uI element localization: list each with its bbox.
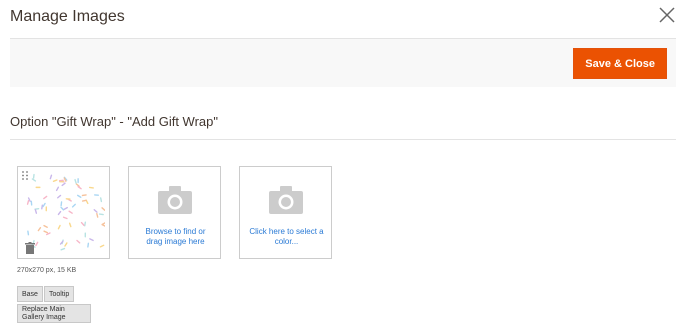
confetti-piece [57,224,61,230]
confetti-piece [80,221,85,226]
role-tag-tooltip[interactable]: Tooltip [44,286,75,302]
camera-icon [158,186,192,214]
main-image-tile[interactable] [17,166,110,259]
confetti-piece [57,194,62,199]
confetti-piece [34,209,38,214]
confetti-piece [60,206,65,211]
replace-main-gallery-tag[interactable]: Replace Main Gallery Image [17,304,91,323]
action-toolbar: Save & Close [10,38,676,87]
confetti-piece [43,224,48,228]
close-icon[interactable] [658,6,676,24]
confetti-piece [60,247,66,251]
confetti-piece [101,207,105,211]
confetti-piece [65,198,71,200]
confetti-piece [98,213,104,216]
confetti-piece [64,242,68,247]
upload-label[interactable]: Browse to find or drag image here [137,227,214,247]
confetti-piece [60,201,63,207]
save-close-button[interactable]: Save & Close [573,48,667,79]
confetti-piece [59,240,64,245]
confetti-piece [35,241,39,247]
confetti-piece [96,212,99,218]
confetti-piece [88,186,94,189]
confetti-piece [35,186,41,189]
select-color-tile[interactable]: Click here to select a color... [239,166,332,259]
confetti-piece [99,244,105,248]
confetti-piece [68,210,73,214]
image-meta: 270x270 px, 15 KB [17,267,77,274]
confetti-piece [32,173,35,179]
confetti-piece [30,200,33,206]
confetti-piece [43,195,48,200]
confetti-piece [87,242,90,248]
confetti-piece [100,197,103,203]
confetti-piece [49,174,53,180]
confetti-piece [27,230,30,236]
confetti-piece [84,232,87,238]
confetti-piece [77,178,79,184]
confetti-piece [37,226,42,232]
camera-icon [269,186,303,214]
confetti-piece [94,194,100,196]
divider [10,139,676,140]
trash-icon[interactable] [25,242,35,254]
confetti-piece [55,186,60,192]
confetti-piece [57,210,62,216]
option-heading: Option "Gift Wrap" - "Add Gift Wrap" [10,114,218,129]
confetti-piece [52,179,58,182]
confetti-piece [62,216,68,220]
confetti-piece [74,178,77,184]
confetti-piece [61,182,66,187]
role-tag-base[interactable]: Base [17,286,43,302]
confetti-piece [89,238,94,242]
confetti-piece [71,203,76,208]
modal-title: Manage Images [10,8,125,25]
confetti-piece [76,194,82,198]
confetti-piece [45,206,48,212]
confetti-piece [76,239,81,244]
upload-image-tile[interactable]: Browse to find or drag image here [128,166,221,259]
close-button[interactable] [658,6,676,24]
confetti-piece [93,209,98,213]
confetti-piece [68,222,72,228]
confetti-piece [26,199,30,205]
confetti-piece [81,194,87,197]
select-color-label[interactable]: Click here to select a color... [248,227,325,247]
confetti-piece [43,230,49,234]
drag-handle-icon[interactable] [22,171,28,180]
